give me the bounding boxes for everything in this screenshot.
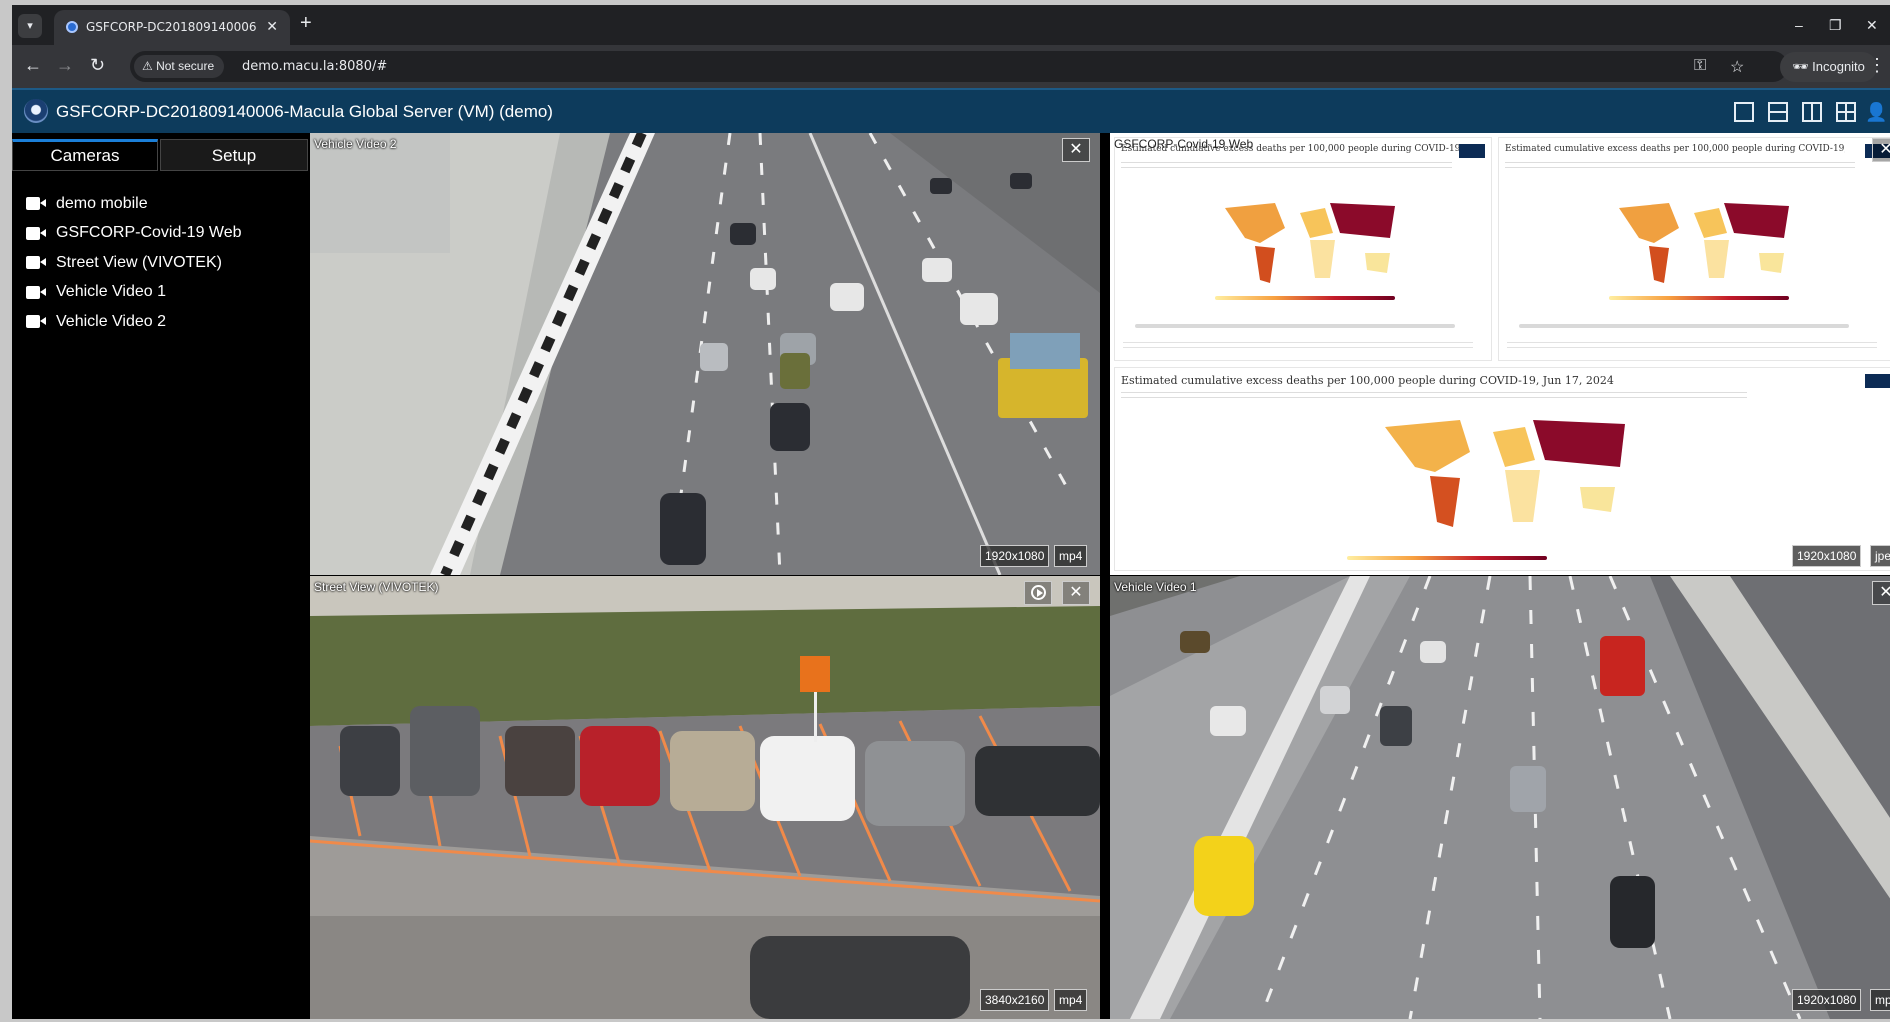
- video-frame-highway: [310, 133, 1100, 575]
- back-icon[interactable]: ←: [24, 55, 42, 75]
- panel-footer-lines: [1123, 338, 1473, 352]
- tab-strip: ▾ GSFCORP-DC201809140006-Macula ✕ + – ❐ …: [12, 5, 1890, 45]
- video-frame-highway-2: [1110, 576, 1890, 1019]
- video-camera-icon: [26, 226, 48, 240]
- resolution-badge: 1920x1080: [1792, 545, 1862, 567]
- video-camera-icon: [26, 197, 48, 211]
- window-close-button[interactable]: ✕: [1866, 17, 1878, 34]
- panel-footer-lines: [1507, 338, 1877, 352]
- panel-title: Estimated cumulative excess deaths per 1…: [1505, 144, 1845, 154]
- app-header: GSFCORP-DC201809140006-Macula Global Ser…: [12, 88, 1890, 133]
- resolution-badge: 3840x2160: [980, 989, 1050, 1011]
- camera-item[interactable]: Vehicle Video 1: [26, 278, 242, 308]
- camera-label: demo mobile: [56, 194, 148, 212]
- camera-item[interactable]: Vehicle Video 2: [26, 307, 242, 337]
- tab-close-icon[interactable]: ✕: [266, 18, 278, 35]
- format-badge: jpeg: [1870, 545, 1890, 567]
- minimize-button[interactable]: –: [1795, 17, 1803, 33]
- video-camera-icon: [26, 256, 48, 270]
- legend-scale: [1347, 556, 1547, 560]
- layout-grid-icon[interactable]: [1836, 102, 1856, 122]
- legend-scale: [1215, 296, 1395, 300]
- tile-label: Vehicle Video 1: [1114, 580, 1197, 594]
- app-title: GSFCORP-DC201809140006-Macula Global Ser…: [56, 102, 553, 121]
- camera-item[interactable]: demo mobile: [26, 189, 242, 219]
- address-bar[interactable]: ⚠ Not secure demo.macu.la:8080/# ⚿ ☆: [130, 51, 1788, 82]
- format-badge: mp4: [1054, 989, 1088, 1011]
- tab-search-button[interactable]: ▾: [18, 14, 42, 38]
- video-tile-vehicle-video-2[interactable]: Vehicle Video 2 ✕ 1920x1080 mp4: [310, 133, 1100, 575]
- play-circle-icon[interactable]: [1024, 581, 1052, 605]
- map-panel-large: Estimated cumulative excess deaths per 1…: [1114, 367, 1890, 571]
- key-icon[interactable]: ⚿: [1694, 57, 1706, 75]
- format-badge: mp4: [1870, 989, 1890, 1011]
- app-logo-icon: [24, 99, 48, 123]
- resolution-badge: 1920x1080: [1792, 989, 1862, 1011]
- world-map-icon: [1385, 420, 1625, 527]
- panel-subtitle-lines: [1505, 158, 1856, 172]
- sidebar-tabs: Cameras Setup: [12, 139, 310, 171]
- star-icon[interactable]: ☆: [1730, 57, 1744, 77]
- world-map-icon: [1619, 203, 1789, 283]
- tile-label: Street View (VIVOTEK): [314, 580, 439, 594]
- video-tile-street-view[interactable]: Street View (VIVOTEK) ✕ 3840x2160 mp4: [310, 576, 1100, 1019]
- panel-subtitle-lines: [1121, 388, 1747, 402]
- dashboard-frame: Estimated cumulative excess deaths per 1…: [1110, 133, 1890, 575]
- forward-icon[interactable]: →: [56, 55, 74, 75]
- camera-label: GSFCORP-Covid-19 Web: [56, 224, 242, 242]
- camera-label: Vehicle Video 2: [56, 312, 167, 330]
- new-tab-button[interactable]: +: [300, 13, 312, 33]
- incognito-badge[interactable]: 🕶 Incognito: [1780, 52, 1877, 82]
- owid-logo-icon: [1459, 144, 1485, 158]
- not-secure-label: Not secure: [156, 59, 215, 73]
- url-text[interactable]: demo.macu.la:8080/#: [242, 59, 387, 74]
- reload-icon[interactable]: ↻: [90, 55, 105, 75]
- tile-label: Vehicle Video 2: [314, 137, 397, 151]
- more-vertical-icon[interactable]: ⋮: [1868, 55, 1886, 76]
- browser-tab[interactable]: GSFCORP-DC201809140006-Macula ✕: [54, 10, 290, 45]
- video-tile-covid-web[interactable]: Estimated cumulative excess deaths per 1…: [1110, 133, 1890, 575]
- panel-subtitle-lines: [1121, 158, 1452, 172]
- legend-scale: [1609, 296, 1789, 300]
- browser-window: ▾ GSFCORP-DC201809140006-Macula ✕ + – ❐ …: [12, 5, 1890, 1019]
- camera-label: Street View (VIVOTEK): [56, 253, 222, 271]
- restore-button[interactable]: ❐: [1829, 17, 1842, 34]
- map-panel: Estimated cumulative excess deaths per 1…: [1498, 137, 1890, 361]
- layout-single-icon[interactable]: [1734, 102, 1754, 122]
- world-map-icon: [1225, 203, 1395, 283]
- tab-cameras[interactable]: Cameras: [12, 139, 158, 171]
- incognito-label: Incognito: [1812, 59, 1865, 74]
- video-frame-parking: [310, 576, 1100, 1019]
- format-badge: mp4: [1054, 545, 1088, 567]
- camera-list: demo mobile GSFCORP-Covid-19 Web Street …: [26, 189, 242, 337]
- camera-item[interactable]: GSFCORP-Covid-19 Web: [26, 219, 242, 249]
- resolution-badge: 1920x1080: [980, 545, 1050, 567]
- close-icon[interactable]: ✕: [1872, 581, 1890, 605]
- video-tile-vehicle-video-1[interactable]: Vehicle Video 1 ✕ 1920x1080 mp4: [1110, 576, 1890, 1019]
- browser-toolbar: ← → ↻ ⚠ Not secure demo.macu.la:8080/# ⚿…: [12, 45, 1890, 88]
- map-panel: Estimated cumulative excess deaths per 1…: [1114, 137, 1492, 361]
- sidebar: Cameras Setup demo mobile GSFCORP-Covid-…: [12, 133, 310, 1019]
- owid-logo-icon: [1865, 374, 1890, 388]
- time-slider[interactable]: [1135, 324, 1455, 328]
- not-secure-badge[interactable]: ⚠ Not secure: [134, 55, 225, 78]
- close-icon[interactable]: ✕: [1872, 138, 1890, 162]
- incognito-icon: 🕶: [1792, 59, 1809, 74]
- camera-label: Vehicle Video 1: [56, 283, 167, 301]
- panel-title: Estimated cumulative excess deaths per 1…: [1121, 374, 1614, 387]
- video-camera-icon: [26, 285, 48, 299]
- layout-rows-icon[interactable]: [1768, 102, 1788, 122]
- time-slider[interactable]: [1519, 324, 1849, 328]
- close-icon[interactable]: ✕: [1062, 138, 1090, 162]
- close-icon[interactable]: ✕: [1062, 581, 1090, 605]
- favicon-icon: [66, 21, 78, 33]
- tab-setup[interactable]: Setup: [160, 139, 308, 171]
- tab-title: GSFCORP-DC201809140006-Macula: [86, 20, 256, 34]
- video-camera-icon: [26, 315, 48, 329]
- user-icon[interactable]: 👤: [1865, 102, 1887, 123]
- layout-columns-icon[interactable]: [1802, 102, 1822, 122]
- tile-label: GSFCORP-Covid-19 Web: [1114, 137, 1254, 151]
- camera-item[interactable]: Street View (VIVOTEK): [26, 248, 242, 278]
